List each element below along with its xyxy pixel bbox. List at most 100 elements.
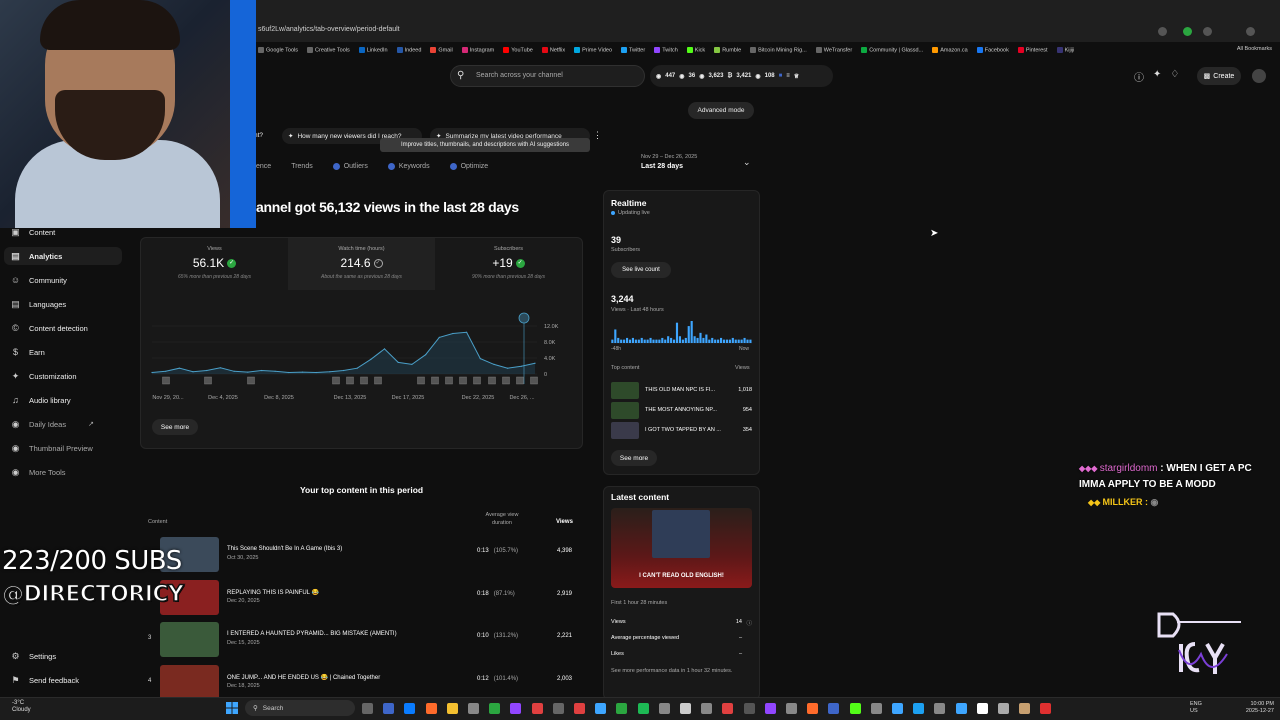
sidebar-item-community[interactable]: ☺ Community [10,272,67,288]
taskbar-app-icon[interactable] [680,703,691,714]
video-marker-icon[interactable] [247,376,255,385]
chart-point[interactable] [329,371,331,373]
video-marker-icon[interactable] [473,376,481,385]
chart-point[interactable] [520,365,522,367]
chart-bar[interactable] [681,339,684,343]
sidebar-item-feedback[interactable]: ⚑ Send feedback [10,672,79,688]
trophy-icon[interactable]: ♕ [794,73,799,80]
taskbar-app-icon[interactable] [976,703,988,714]
chart-bar[interactable] [611,339,614,343]
table-row[interactable]: 3 I ENTERED A HAUNTED PYRAMID... BIG MIST… [140,620,580,660]
bookmark-item[interactable]: Prime Video [574,46,612,53]
chart-bar[interactable] [690,321,693,343]
views-line-chart[interactable]: 12.0K 8.0K 4.0K 0 Nov 29, 20... Dec 4, 2025 De… [140,300,583,410]
taskbar-app-icon[interactable] [828,703,840,714]
taskbar-app-icon[interactable] [955,703,967,714]
taskbar-app-icon[interactable] [383,703,395,714]
bookmark-item[interactable]: Kick [686,46,705,53]
chart-bar[interactable] [737,339,740,343]
chart-bar[interactable] [625,337,629,343]
chart-bar[interactable] [714,339,717,343]
tab-audience[interactable]: ence [256,163,271,170]
sort-icon[interactable]: ≡ [786,73,790,79]
all-bookmarks[interactable]: All Bookmarks [1237,46,1272,52]
bookmark-item[interactable]: Kijiji [1056,46,1074,53]
taskbar-app-icon[interactable] [934,703,946,714]
chart-point[interactable] [370,358,372,360]
chart-point[interactable] [165,370,167,372]
tab-keywords[interactable]: Keywords [387,163,430,170]
bookmark-item[interactable]: YouTube [503,46,533,53]
chart-bar[interactable] [708,339,711,343]
chart-point[interactable] [260,369,262,372]
realtime-content-row[interactable]: THE MOST ANNOYING NP... 954 [611,402,752,420]
bell-icon[interactable]: ♢ [1170,69,1179,84]
taskbar-app-icon[interactable] [1019,703,1031,714]
chart-bar[interactable] [667,336,670,343]
chart-bar[interactable] [705,334,708,343]
more-vert-icon[interactable]: ⋮ [593,130,602,141]
chart-point[interactable] [438,336,440,338]
video-marker-icon[interactable] [431,376,439,385]
chart-bar[interactable] [658,339,661,343]
create-button[interactable]: ▩ Create [1197,67,1241,85]
taskbar-app-icon[interactable] [786,703,797,714]
chart-bar[interactable] [661,337,664,343]
see-more-button[interactable]: See more [152,419,198,435]
tab-trends[interactable]: Trends [291,163,313,170]
table-row[interactable]: This Scene Shouldn't Be In A Game (Ibis … [140,535,580,575]
sparkle-icon[interactable]: ✦ [1153,69,1161,84]
windows-start-icon[interactable] [226,702,238,714]
chart-bar[interactable] [628,339,632,343]
star-icon[interactable] [1158,27,1167,36]
video-marker-icon[interactable] [204,376,212,385]
bookmark-item[interactable]: Bitcoin Mining Rig... [750,46,807,53]
url-text[interactable]: s6uf2Lw/analytics/tab-overview/period-de… [258,26,400,33]
chart-bar[interactable] [728,339,731,343]
bookmark-item[interactable]: Community | Glassd... [861,46,923,53]
taskbar-app-icon[interactable] [807,703,819,714]
chart-point[interactable] [315,371,317,374]
chart-point[interactable] [452,332,454,335]
chart-point[interactable] [288,371,290,374]
chart-point[interactable] [466,331,468,333]
taskbar-app-icon[interactable] [404,703,416,714]
chart-point[interactable] [342,369,345,372]
video-marker-icon[interactable] [530,376,538,385]
video-marker-icon[interactable] [162,376,170,385]
chart-point[interactable] [493,363,495,365]
chart-bar[interactable] [699,332,702,343]
taskbar-app-icon[interactable] [531,703,543,714]
chart-bar[interactable] [740,339,743,343]
video-marker-icon[interactable] [488,376,496,385]
chart-point[interactable] [507,367,509,369]
chart-bar[interactable] [646,339,649,343]
bookmark-item[interactable]: LinkedIn [358,46,388,53]
taskbar-app-icon[interactable] [1040,703,1052,714]
sidebar-item-content-detection[interactable]: © Content detection [10,320,88,336]
bookmark-item[interactable]: WeTransfer [815,46,852,53]
bookmark-item[interactable]: Google Tools [258,46,298,53]
tab-outliers[interactable]: Outliers [332,163,368,170]
tab-optimize[interactable]: Optimize [449,163,488,170]
video-marker-icon[interactable] [374,376,382,385]
sidebar-item-thumbnail-preview[interactable]: ◉ Thumbnail Preview [10,440,93,456]
chart-bar[interactable] [672,339,676,343]
date-range[interactable]: Nov 29 – Dec 26, 2025 [641,154,697,160]
realtime-content-row[interactable]: I GOT TWO TAPPED BY AN ... 354 [611,422,752,440]
chart-bar[interactable] [693,336,696,343]
clock[interactable]: 10:00 PM 2025-12-27 [1238,701,1274,715]
chart-point[interactable] [274,370,276,372]
sidebar-item-customization[interactable]: ✦ Customization [10,368,77,384]
chart-bar[interactable] [620,339,623,343]
sidebar-item-audio-library[interactable]: ♫ Audio library [10,392,71,408]
sidebar-item-daily-ideas[interactable]: ◉ Daily Ideas ↗ [10,416,94,432]
taskbar-app-icon[interactable] [446,703,458,714]
video-marker-icon[interactable] [502,376,510,385]
chart-point[interactable] [178,367,180,369]
video-marker-icon[interactable] [346,376,354,385]
chart-point[interactable] [151,371,153,374]
chart-bar[interactable] [722,339,726,343]
metric-watch-time[interactable]: Watch time (hours) 214.6 ✓ About the same… [288,238,435,290]
bookmark-item[interactable]: Twitter [621,46,645,53]
